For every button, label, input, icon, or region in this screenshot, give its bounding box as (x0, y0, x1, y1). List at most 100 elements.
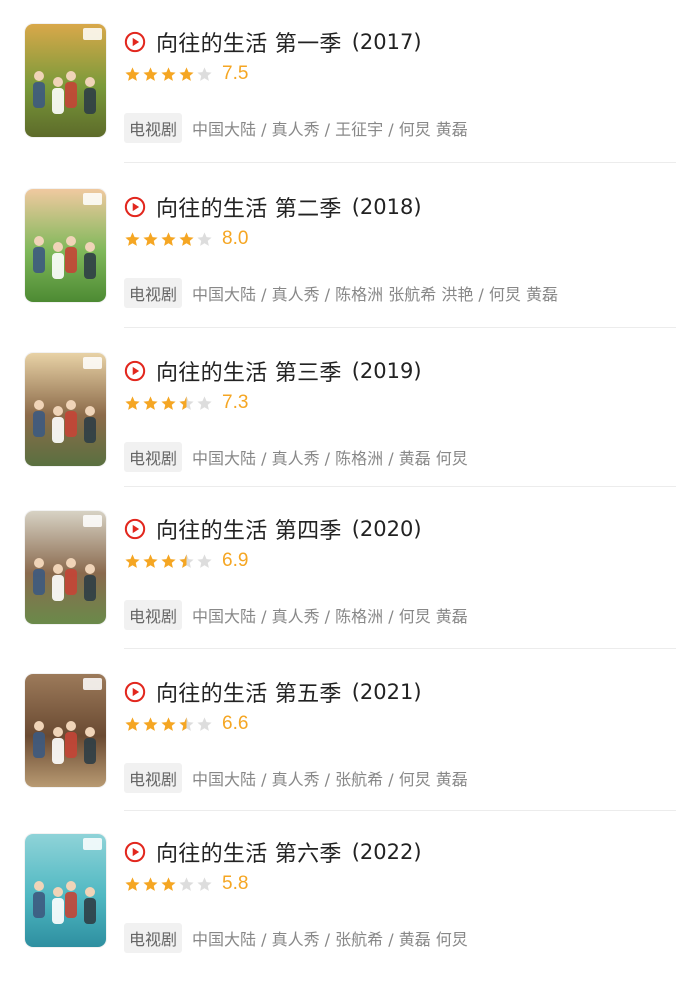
title-row: 向往的生活 第三季 (2019) (124, 355, 422, 387)
play-circle-icon[interactable] (124, 196, 146, 218)
list-item[interactable]: 向往的生活 第六季 (2022) 5.8 电视剧 中国大陆 / 真人秀 / 张航… (0, 834, 700, 984)
star-icon (161, 395, 176, 410)
star-icon (161, 66, 176, 81)
item-year: (2021) (351, 680, 422, 704)
item-title[interactable]: 向往的生活 第六季 (156, 836, 342, 868)
list-item[interactable]: 向往的生活 第二季 (2018) 8.0 电视剧 中国大陆 / 真人秀 / 陈格… (0, 189, 700, 339)
star-rating (124, 231, 214, 248)
poster-thumbnail[interactable] (25, 511, 106, 624)
star-icon (197, 395, 212, 410)
list-item[interactable]: 向往的生活 第五季 (2021) 6.6 电视剧 中国大陆 / 真人秀 / 张航… (0, 674, 700, 824)
star-icon (161, 876, 176, 891)
star-icon (179, 553, 194, 568)
season-list: 向往的生活 第一季 (2017) 7.5 电视剧 中国大陆 / 真人秀 / 王征… (0, 0, 700, 971)
star-rating (124, 395, 214, 412)
star-icon (197, 553, 212, 568)
rating-score: 7.5 (222, 63, 249, 84)
meta-row: 电视剧 中国大陆 / 真人秀 / 陈格洲 / 何炅 黄磊 (124, 600, 468, 630)
star-icon (143, 231, 158, 246)
meta-text: 中国大陆 / 真人秀 / 陈格洲 / 何炅 黄磊 (192, 607, 468, 626)
star-icon (161, 553, 176, 568)
meta-row: 电视剧 中国大陆 / 真人秀 / 张航希 / 何炅 黄磊 (124, 763, 468, 793)
star-rating (124, 876, 214, 893)
poster-thumbnail[interactable] (25, 353, 106, 466)
item-year: (2019) (351, 359, 422, 383)
item-year: (2022) (351, 840, 422, 864)
star-icon (125, 66, 140, 81)
star-icon (179, 231, 194, 246)
play-circle-icon[interactable] (124, 518, 146, 540)
star-icon (125, 716, 140, 731)
meta-text: 中国大陆 / 真人秀 / 张航希 / 黄磊 何炅 (192, 930, 468, 949)
star-icon (197, 231, 212, 246)
star-icon (179, 716, 194, 731)
type-tag: 电视剧 (124, 113, 183, 143)
rating-row: 7.5 (124, 62, 248, 86)
item-title[interactable]: 向往的生活 第四季 (156, 513, 342, 545)
star-icon (179, 876, 194, 891)
star-icon (197, 66, 212, 81)
rating-score: 6.9 (222, 550, 249, 571)
divider (124, 162, 676, 163)
star-icon (197, 716, 212, 731)
star-icon (161, 231, 176, 246)
list-item[interactable]: 向往的生活 第一季 (2017) 7.5 电视剧 中国大陆 / 真人秀 / 王征… (0, 24, 700, 174)
type-tag: 电视剧 (124, 442, 183, 472)
rating-row: 6.6 (124, 712, 248, 736)
type-tag: 电视剧 (124, 763, 183, 793)
divider (124, 810, 676, 811)
star-icon (143, 876, 158, 891)
meta-row: 电视剧 中国大陆 / 真人秀 / 王征宇 / 何炅 黄磊 (124, 113, 468, 143)
rating-row: 5.8 (124, 872, 248, 896)
poster-thumbnail[interactable] (25, 24, 106, 137)
item-year: (2017) (351, 30, 422, 54)
item-title[interactable]: 向往的生活 第二季 (156, 191, 342, 223)
play-circle-icon[interactable] (124, 360, 146, 382)
meta-text: 中国大陆 / 真人秀 / 陈格洲 / 黄磊 何炅 (192, 449, 468, 468)
type-tag: 电视剧 (124, 923, 183, 953)
divider (124, 486, 676, 487)
rating-score: 5.8 (222, 873, 249, 894)
title-row: 向往的生活 第五季 (2021) (124, 676, 422, 708)
title-row: 向往的生活 第四季 (2020) (124, 513, 422, 545)
star-icon (125, 553, 140, 568)
play-circle-icon[interactable] (124, 31, 146, 53)
meta-row: 电视剧 中国大陆 / 真人秀 / 张航希 / 黄磊 何炅 (124, 923, 468, 953)
star-rating (124, 716, 214, 733)
star-rating (124, 553, 214, 570)
poster-thumbnail[interactable] (25, 189, 106, 302)
rating-row: 7.3 (124, 391, 248, 415)
item-title[interactable]: 向往的生活 第一季 (156, 26, 342, 58)
play-circle-icon[interactable] (124, 841, 146, 863)
list-item[interactable]: 向往的生活 第三季 (2019) 7.3 电视剧 中国大陆 / 真人秀 / 陈格… (0, 353, 700, 503)
type-tag: 电视剧 (124, 600, 183, 630)
poster-thumbnail[interactable] (25, 834, 106, 947)
list-item[interactable]: 向往的生活 第四季 (2020) 6.9 电视剧 中国大陆 / 真人秀 / 陈格… (0, 511, 700, 661)
star-rating (124, 66, 214, 83)
star-icon (125, 395, 140, 410)
star-icon (179, 66, 194, 81)
star-icon (143, 395, 158, 410)
rating-score: 6.6 (222, 713, 249, 734)
play-circle-icon[interactable] (124, 681, 146, 703)
type-tag: 电视剧 (124, 278, 183, 308)
meta-row: 电视剧 中国大陆 / 真人秀 / 陈格洲 张航希 洪艳 / 何炅 黄磊 (124, 278, 558, 308)
item-title[interactable]: 向往的生活 第三季 (156, 355, 342, 387)
item-year: (2020) (351, 517, 422, 541)
item-title[interactable]: 向往的生活 第五季 (156, 676, 342, 708)
title-row: 向往的生活 第二季 (2018) (124, 191, 422, 223)
star-icon (125, 231, 140, 246)
divider (124, 327, 676, 328)
poster-thumbnail[interactable] (25, 674, 106, 787)
star-icon (161, 716, 176, 731)
meta-text: 中国大陆 / 真人秀 / 陈格洲 张航希 洪艳 / 何炅 黄磊 (192, 285, 558, 304)
star-icon (143, 716, 158, 731)
star-icon (179, 395, 194, 410)
star-icon (143, 66, 158, 81)
star-icon (197, 876, 212, 891)
star-icon (143, 553, 158, 568)
rating-score: 7.3 (222, 392, 249, 413)
item-year: (2018) (351, 195, 422, 219)
rating-row: 8.0 (124, 227, 248, 251)
meta-row: 电视剧 中国大陆 / 真人秀 / 陈格洲 / 黄磊 何炅 (124, 442, 468, 472)
